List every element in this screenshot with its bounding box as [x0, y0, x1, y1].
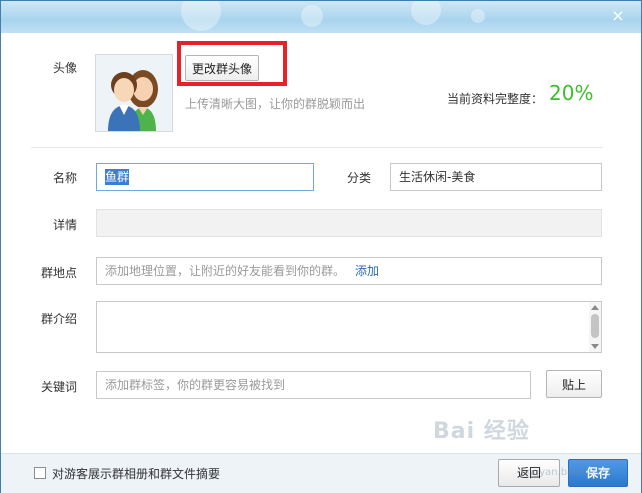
- completeness-value: 20%: [549, 81, 594, 105]
- detail-input[interactable]: [96, 209, 602, 237]
- category-label: 分类: [347, 171, 372, 185]
- show-visitor-checkbox[interactable]: [34, 467, 46, 479]
- detail-label: 详情: [53, 218, 78, 232]
- title-decoration: [181, 1, 221, 31]
- location-placeholder: 添加地理位置，让附近的好友能看到你的群。: [105, 264, 346, 278]
- intro-textarea[interactable]: [96, 301, 602, 353]
- baidu-watermark: Bai 经验: [433, 419, 530, 444]
- group-avatar[interactable]: [95, 54, 173, 132]
- keyword-label: 关键词: [41, 380, 78, 394]
- highlight-annotation: [177, 41, 287, 86]
- keyword-input[interactable]: 添加群标签，你的群更容易被找到: [96, 371, 531, 399]
- couple-avatar-icon: [96, 55, 172, 131]
- name-label: 名称: [53, 171, 78, 185]
- title-decoration: [301, 5, 323, 27]
- intro-label: 群介绍: [41, 312, 78, 326]
- avatar-hint: 上传清晰大图，让你的群脱颖而出: [185, 97, 366, 111]
- avatar-label: 头像: [53, 61, 78, 75]
- title-decoration: [411, 1, 441, 25]
- edit-group-window: × 头像 更改群头像 上传清晰大图，让你的群脱颖而出 当前资料完整度： 20%: [0, 0, 642, 493]
- name-input-value: 鱼群: [105, 169, 130, 185]
- completeness-label: 当前资料完整度：: [447, 92, 544, 106]
- close-icon[interactable]: ×: [609, 7, 627, 25]
- title-bar: ×: [1, 1, 641, 33]
- intro-scrollbar[interactable]: [589, 302, 601, 352]
- category-select[interactable]: 生活休闲-美食: [390, 163, 602, 191]
- scroll-thumb[interactable]: [591, 314, 599, 338]
- location-input[interactable]: 添加地理位置，让附近的好友能看到你的群。 添加: [96, 257, 602, 285]
- paste-button[interactable]: 贴上: [546, 370, 602, 398]
- section-divider: [31, 147, 603, 148]
- form-body: 头像 更改群头像 上传清晰大图，让你的群脱颖而出 当前资料完整度： 20% 名称: [1, 33, 641, 453]
- scroll-up-icon[interactable]: [591, 305, 599, 310]
- show-visitor-label[interactable]: 对游客展示群相册和群文件摘要: [52, 465, 220, 482]
- add-location-link[interactable]: 添加: [355, 264, 379, 278]
- title-decoration: [471, 9, 485, 23]
- baidu-watermark-url: jingyan.baidu.com: [521, 467, 614, 478]
- name-input[interactable]: 鱼群: [96, 163, 314, 191]
- location-label: 群地点: [41, 266, 78, 280]
- scroll-down-icon[interactable]: [591, 344, 599, 349]
